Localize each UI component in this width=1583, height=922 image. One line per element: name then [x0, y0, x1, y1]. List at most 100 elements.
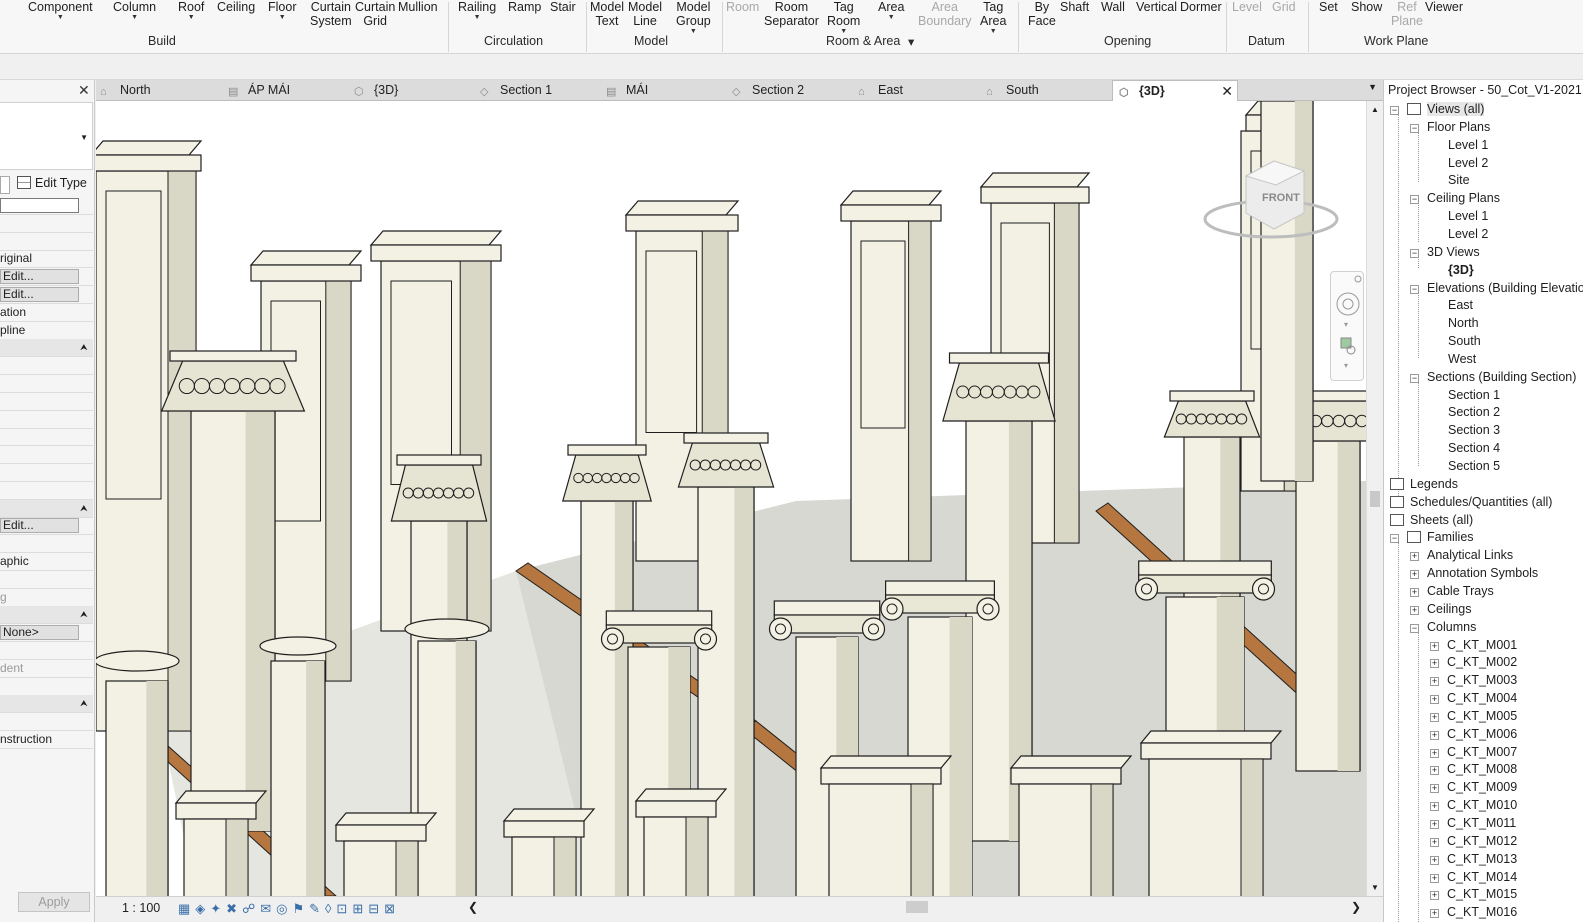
property-row[interactable]	[0, 215, 93, 233]
horizontal-scroll-thumb[interactable]	[906, 901, 928, 913]
property-row[interactable]	[0, 535, 93, 554]
3d-viewport[interactable]: ▾ ▾ FRONT	[96, 101, 1366, 896]
expand-icon[interactable]: +	[1430, 802, 1439, 812]
browser-node[interactable]: Level 1	[1448, 136, 1488, 154]
property-row[interactable]	[0, 411, 93, 429]
view-control-icons[interactable]: ▦◈✦✖☍✉◎⚑✎◊⊡⊞⊟⊠	[178, 901, 400, 917]
browser-node[interactable]: − Families	[1390, 528, 1474, 546]
ribbon-button-vertical[interactable]: Vertical	[1136, 0, 1177, 14]
ribbon-button-column[interactable]: Column ▼	[113, 0, 156, 21]
view-cube[interactable]: FRONT	[1196, 151, 1346, 301]
property-row[interactable]: nstruction	[0, 731, 93, 749]
property-row[interactable]: Edit...	[0, 517, 93, 536]
ribbon-button-model-text[interactable]: Model Text	[590, 0, 624, 28]
tab-3d[interactable]: ⬡ {3D} ✕	[1112, 80, 1238, 101]
browser-node[interactable]: North	[1448, 314, 1479, 332]
property-row[interactable]	[0, 357, 93, 376]
ribbon-button-wall[interactable]: Wall	[1101, 0, 1125, 14]
properties-filter-dropdown[interactable]	[0, 176, 10, 194]
edit-type-button[interactable]: Edit Type	[17, 176, 87, 190]
property-group-header[interactable]: ⮝	[0, 695, 93, 714]
property-group-header[interactable]: ⮝	[0, 499, 93, 518]
ribbon-button-model-group[interactable]: Model Group ▼	[676, 0, 711, 35]
expand-icon[interactable]: +	[1430, 677, 1439, 687]
ribbon-button-model-line[interactable]: Model Line	[628, 0, 662, 28]
property-edit-button[interactable]: Edit...	[0, 518, 79, 534]
property-row[interactable]: Edit...	[0, 268, 93, 287]
property-row[interactable]	[0, 233, 93, 251]
browser-node[interactable]: Level 1	[1448, 207, 1488, 225]
ribbon-button-area-boundary[interactable]: Area Boundary	[918, 0, 972, 28]
browser-node[interactable]: − Sections (Building Section)	[1410, 368, 1576, 386]
ribbon-button-level[interactable]: Level	[1232, 0, 1262, 14]
dropdown-arrow-icon[interactable]: ▼	[676, 28, 711, 35]
ribbon-button-room[interactable]: Room	[726, 0, 759, 14]
browser-node[interactable]: + C_KT_M012	[1430, 832, 1517, 850]
collapse-icon[interactable]: ⮝	[80, 695, 88, 712]
scroll-down-icon[interactable]: ▼	[1371, 883, 1379, 892]
property-group-header[interactable]: ⮝	[0, 606, 93, 625]
room-area-panel-dropdown-icon[interactable]: ▾	[908, 34, 914, 49]
property-row[interactable]	[0, 713, 93, 732]
collapse-icon[interactable]: −	[1410, 623, 1419, 633]
ribbon-button-ramp[interactable]: Ramp	[508, 0, 541, 14]
property-row[interactable]: riginal	[0, 250, 93, 269]
browser-node[interactable]: East	[1448, 296, 1473, 314]
browser-node[interactable]: + C_KT_M015	[1430, 885, 1517, 903]
ribbon-button-by-face[interactable]: By Face	[1028, 0, 1056, 28]
property-search-input[interactable]	[0, 198, 79, 213]
browser-node[interactable]: + Analytical Links	[1410, 546, 1513, 564]
expand-icon[interactable]: +	[1430, 909, 1439, 919]
collapse-icon[interactable]: ⮝	[80, 339, 88, 356]
expand-icon[interactable]: +	[1430, 748, 1439, 758]
property-edit-button[interactable]: None>	[0, 625, 79, 641]
browser-node[interactable]: + C_KT_M003	[1430, 671, 1517, 689]
expand-icon[interactable]: +	[1410, 605, 1419, 615]
expand-icon[interactable]: +	[1430, 891, 1439, 901]
browser-node[interactable]: − Views (all)	[1390, 100, 1485, 118]
ribbon-button-grid[interactable]: Grid	[1272, 0, 1296, 14]
browser-node[interactable]: + C_KT_M004	[1430, 689, 1517, 707]
tab-east[interactable]: ⌂ East	[858, 80, 903, 101]
type-selector[interactable]: ▼	[0, 102, 93, 170]
property-row[interactable]	[0, 375, 93, 393]
ribbon-button-show[interactable]: Show	[1351, 0, 1382, 14]
tab-3d[interactable]: ⬡ {3D}	[354, 80, 398, 101]
expand-icon[interactable]: +	[1410, 552, 1419, 562]
expand-icon[interactable]: +	[1430, 766, 1439, 776]
browser-node[interactable]: Site	[1448, 171, 1470, 189]
scroll-up-icon[interactable]: ▲	[1371, 105, 1379, 114]
browser-node[interactable]: + Ceilings	[1410, 600, 1471, 618]
ribbon-button-area[interactable]: Area ▼	[878, 0, 904, 21]
expand-icon[interactable]: +	[1430, 784, 1439, 794]
tab-mái[interactable]: ▤ MÁI	[606, 80, 648, 101]
ribbon-button-dormer[interactable]: Dormer	[1180, 0, 1222, 14]
browser-node[interactable]: Section 2	[1448, 403, 1500, 421]
browser-node[interactable]: + Cable Trays	[1410, 582, 1494, 600]
collapse-icon[interactable]: −	[1410, 195, 1419, 205]
tab-áp-mái[interactable]: ▤ ÁP MÁI	[228, 80, 290, 101]
property-edit-button[interactable]: Edit...	[0, 269, 79, 285]
property-row[interactable]	[0, 482, 93, 500]
dropdown-arrow-icon[interactable]: ▼	[113, 14, 156, 21]
ribbon-button-curtain-grid[interactable]: Curtain Grid	[355, 0, 395, 28]
property-row[interactable]	[0, 464, 93, 482]
ribbon-button-railing[interactable]: Railing ▼	[458, 0, 496, 21]
tab-north[interactable]: ⌂ North	[100, 80, 151, 101]
browser-node[interactable]: Schedules/Quantities (all)	[1390, 493, 1552, 511]
browser-node[interactable]: + C_KT_M013	[1430, 850, 1517, 868]
browser-node[interactable]: Section 3	[1448, 421, 1500, 439]
collapse-icon[interactable]: ⮝	[80, 500, 88, 517]
ribbon-button-component[interactable]: Component ▼	[28, 0, 93, 21]
tab-section-1[interactable]: ◇ Section 1	[480, 80, 552, 101]
property-row[interactable]: aphic	[0, 553, 93, 571]
dropdown-arrow-icon[interactable]: ▼	[268, 14, 296, 21]
ribbon-button-floor[interactable]: Floor ▼	[268, 0, 296, 21]
property-row[interactable]	[0, 642, 93, 660]
browser-node[interactable]: − Floor Plans	[1410, 118, 1490, 136]
browser-node[interactable]: Section 4	[1448, 439, 1500, 457]
expand-icon[interactable]: +	[1430, 855, 1439, 865]
property-edit-button[interactable]: Edit...	[0, 287, 79, 302]
property-row[interactable]: dent	[0, 660, 93, 678]
browser-node[interactable]: West	[1448, 350, 1476, 368]
